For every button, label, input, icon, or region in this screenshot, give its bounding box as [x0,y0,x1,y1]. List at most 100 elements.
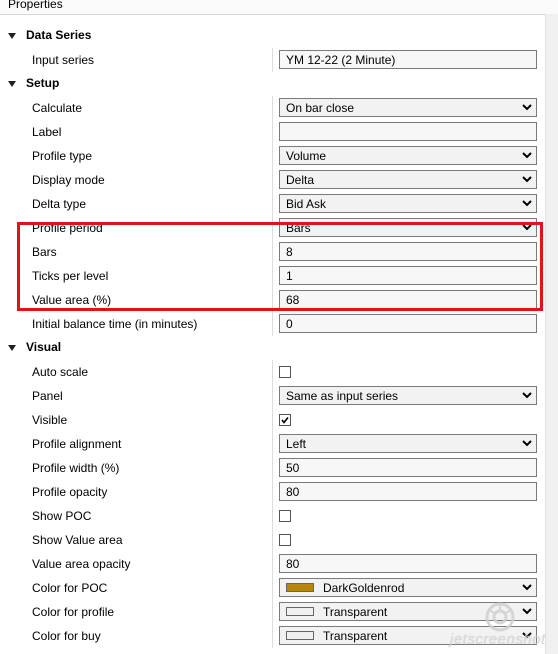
chevron-down-icon[interactable] [522,582,532,592]
column-divider [272,528,273,552]
property-row-display-mode: Display mode Delta [0,168,545,192]
visible-checkbox[interactable] [279,414,291,426]
profile-opacity-input[interactable]: 80 [279,482,537,501]
input-value: 8 [286,245,293,259]
column-divider [272,456,273,480]
chevron-down-icon[interactable] [522,390,532,400]
panel-title: Properties [8,0,63,11]
property-label: Calculate [32,101,83,115]
label-input[interactable] [279,122,537,141]
watermark-text: jetscreenshot [450,631,546,648]
category-visual[interactable]: Visual [0,336,545,360]
property-row-input-series: Input series YM 12-22 (2 Minute) [0,48,545,72]
color-name: DarkGoldenrod [323,581,405,595]
column-divider [272,552,273,576]
category-data-series[interactable]: Data Series [0,24,545,48]
column-divider [272,312,273,336]
property-row-value-area: Value area (%) 68 [0,288,545,312]
delta-type-dropdown[interactable]: Bid Ask [279,194,537,213]
collapse-triangle-icon[interactable] [8,81,16,87]
watermark-logo-icon [485,602,515,632]
watermark: jetscreenshot [448,601,558,651]
input-value: 50 [286,461,300,475]
column-divider [272,624,273,648]
property-row-ticks-per-level: Ticks per level 1 [0,264,545,288]
property-label: Show Value area [32,533,123,547]
input-value: 1 [286,269,293,283]
column-divider [272,384,273,408]
collapse-triangle-icon[interactable] [8,345,16,351]
column-divider [272,600,273,624]
dropdown-value: Delta [286,173,315,187]
chevron-down-icon[interactable] [522,198,532,208]
property-label: Display mode [32,173,105,187]
property-label: Ticks per level [32,269,109,283]
color-for-poc-color-picker[interactable]: DarkGoldenrod [279,578,537,597]
column-divider [272,480,273,504]
property-label: Profile width (%) [32,461,120,475]
auto-scale-checkbox[interactable] [279,366,291,378]
property-label: Input series [32,53,95,67]
profile-alignment-dropdown[interactable]: Left [279,434,537,453]
property-label: Value area opacity [32,557,131,571]
properties-title-bar: Properties [0,0,558,15]
property-label: Label [32,125,62,139]
category-label: Data Series [26,28,92,42]
profile-width-input[interactable]: 50 [279,458,537,477]
calculate-dropdown[interactable]: On bar close [279,98,537,117]
property-row-profile-period: Profile period Bars [0,216,545,240]
property-row-profile-type: Profile type Volume [0,144,545,168]
vertical-scrollbar[interactable] [545,14,558,654]
property-label: Delta type [32,197,87,211]
value-area-input[interactable]: 68 [279,290,537,309]
property-label: Value area (%) [32,293,112,307]
panel-dropdown[interactable]: Same as input series [279,386,537,405]
property-label: Color for POC [32,581,108,595]
column-divider [272,360,273,384]
property-row-bars: Bars 8 [0,240,545,264]
property-row-auto-scale: Auto scale [0,360,545,384]
property-row-show-value-area: Show Value area [0,528,545,552]
input-value: 80 [286,485,300,499]
property-row-profile-alignment: Profile alignment Left [0,432,545,456]
chevron-down-icon[interactable] [522,438,532,448]
property-row-profile-width: Profile width (%) 50 [0,456,545,480]
dropdown-value: Same as input series [286,389,399,403]
property-row-value-area-opacity: Value area opacity 80 [0,552,545,576]
ticks-per-level-input[interactable]: 1 [279,266,537,285]
property-label: Initial balance time (in minutes) [32,317,198,331]
column-divider [272,288,273,312]
property-label: Bars [32,245,57,259]
chevron-down-icon[interactable] [522,150,532,160]
chevron-down-icon[interactable] [522,102,532,112]
property-row-visible: Visible [0,408,545,432]
input-series-input[interactable]: YM 12-22 (2 Minute) [279,50,537,69]
chevron-down-icon[interactable] [522,222,532,232]
property-row-delta-type: Delta type Bid Ask [0,192,545,216]
display-mode-dropdown[interactable]: Delta [279,170,537,189]
property-label: Profile opacity [32,485,108,499]
bars-input[interactable]: 8 [279,242,537,261]
category-label: Visual [26,340,62,354]
collapse-triangle-icon[interactable] [8,33,16,39]
profile-period-dropdown[interactable]: Bars [279,218,537,237]
initial-balance-time-in-minutes-input[interactable]: 0 [279,314,537,333]
input-value: YM 12-22 (2 Minute) [286,53,396,67]
color-swatch [286,631,314,640]
show-poc-checkbox[interactable] [279,510,291,522]
column-divider [272,48,273,72]
dropdown-value: Volume [286,149,327,163]
column-divider [272,216,273,240]
chevron-down-icon[interactable] [522,174,532,184]
column-divider [272,96,273,120]
column-divider [272,432,273,456]
column-divider [272,408,273,432]
property-row-calculate: Calculate On bar close [0,96,545,120]
color-name: Transparent [323,605,388,619]
value-area-opacity-input[interactable]: 80 [279,554,537,573]
column-divider [272,576,273,600]
property-label: Profile period [32,221,103,235]
category-setup[interactable]: Setup [0,72,545,96]
profile-type-dropdown[interactable]: Volume [279,146,537,165]
show-value-area-checkbox[interactable] [279,534,291,546]
